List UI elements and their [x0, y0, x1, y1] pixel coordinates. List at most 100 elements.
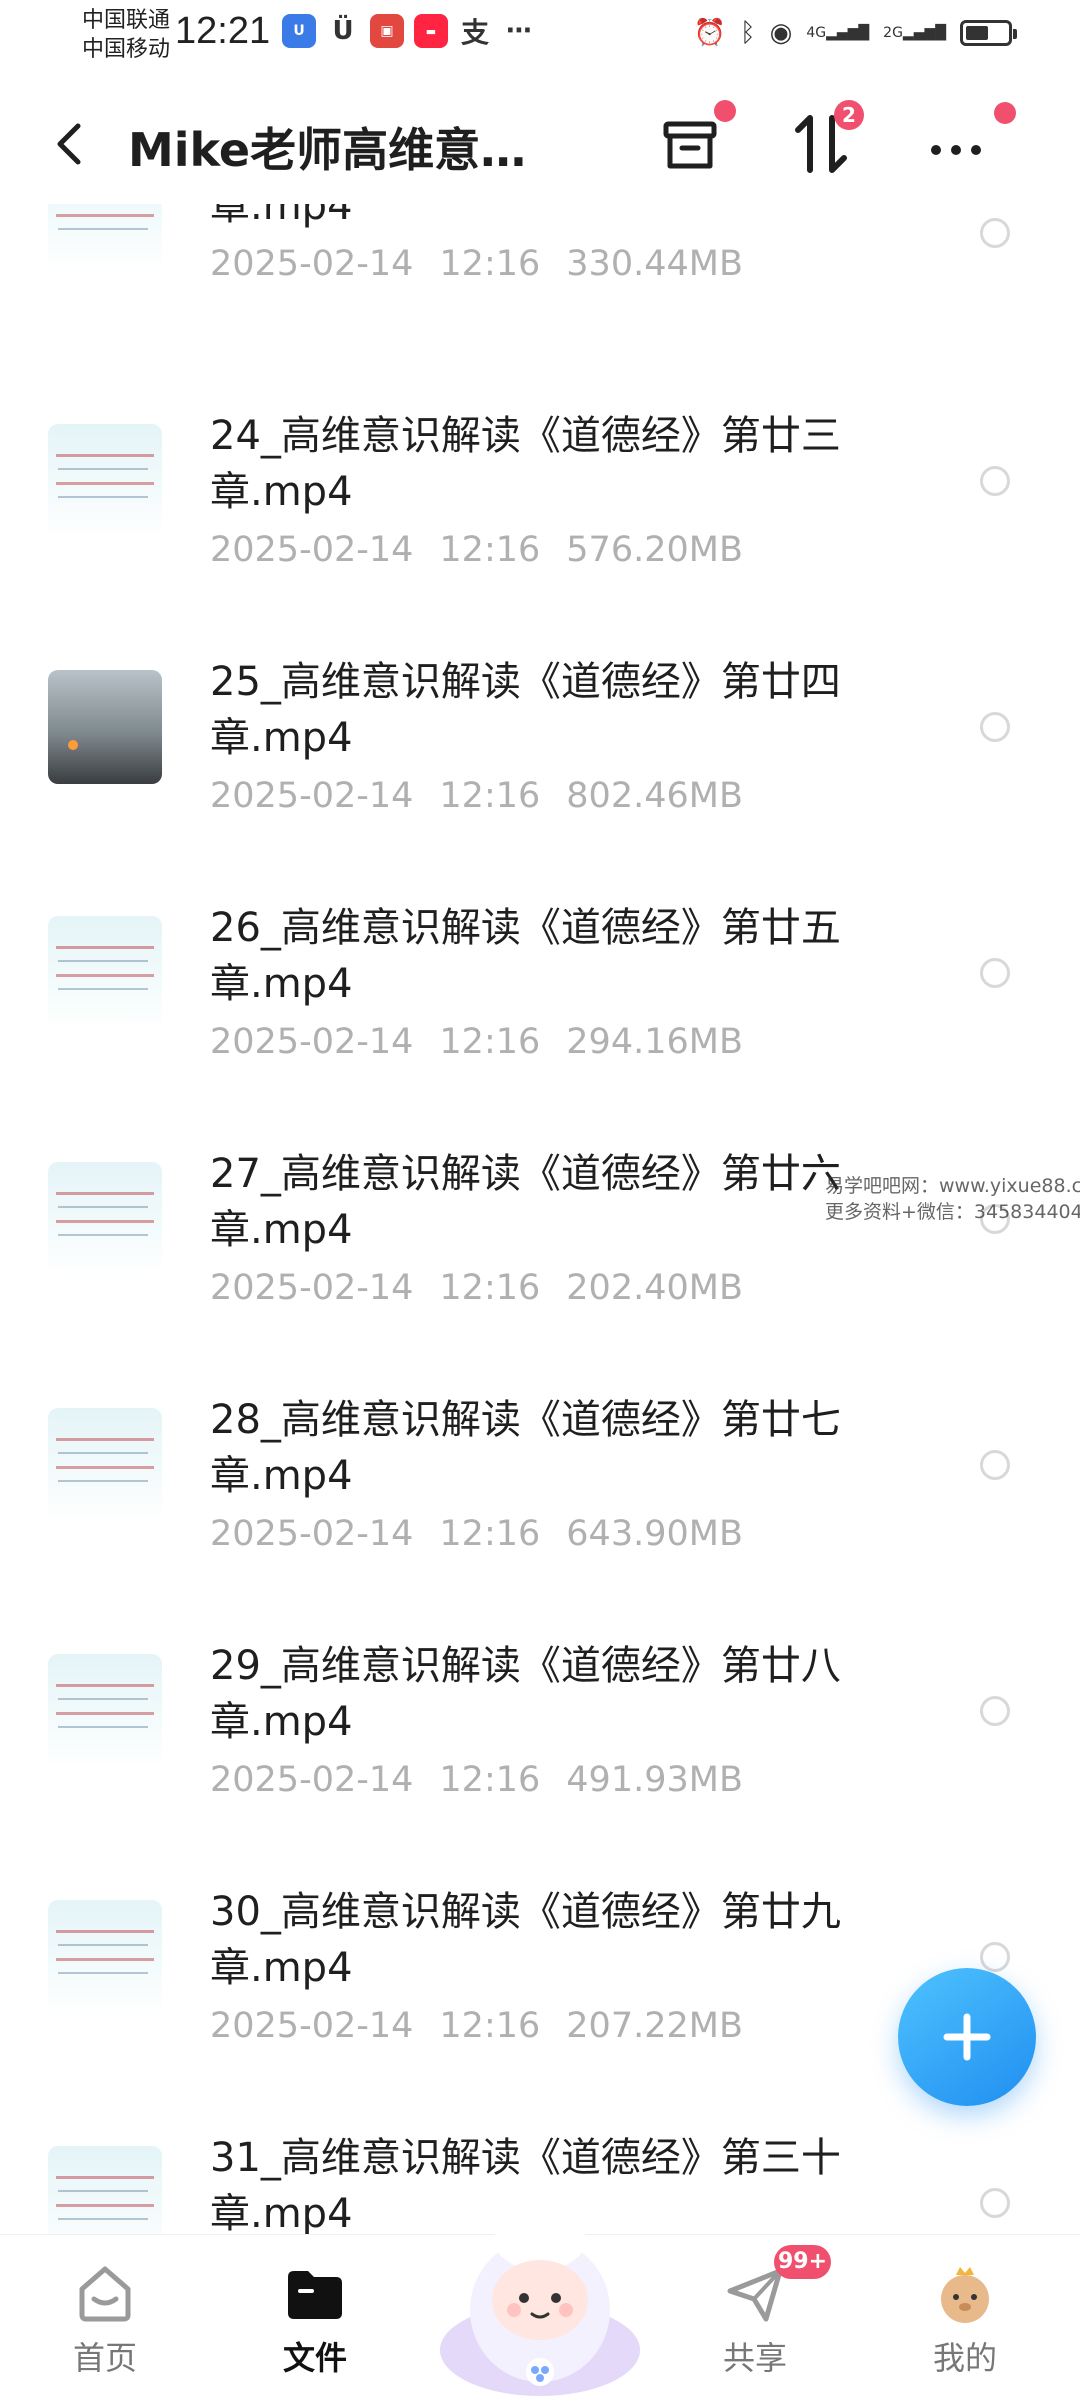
file-date: 2025-02-14	[210, 1514, 414, 1554]
select-radio[interactable]	[980, 2188, 1010, 2218]
file-thumbnail	[48, 916, 162, 1030]
file-time: 12:16	[439, 530, 541, 570]
file-date: 2025-02-14	[210, 776, 414, 816]
file-row[interactable]: 24_高维意识解读《道德经》第廿三章.mp4 2025-02-14 12:16 57…	[0, 384, 1080, 630]
file-time: 12:16	[439, 1760, 541, 1800]
more-icon	[931, 145, 981, 155]
file-date: 2025-02-14	[210, 244, 414, 284]
watermark-line-2: 更多资料+微信：3458344044	[825, 1201, 1080, 1223]
clock: 12:21	[175, 10, 271, 52]
file-thumbnail	[48, 670, 162, 784]
file-row[interactable]: 29_高维意识解读《道德经》第廿八章.mp4 2025-02-14 12:16 49…	[0, 1614, 1080, 1860]
file-time: 12:16	[439, 1022, 541, 1062]
file-thumbnail	[48, 424, 162, 538]
file-name: 29_高维意识解读《道德经》第廿八章.mp4	[210, 1643, 841, 1745]
status-bar: 中国联通 中国移动 12:21 U Ü ▣ ▬ 支 ⋯ ⏰ ᛒ ◉ 4G▂▄▆█…	[0, 0, 1080, 84]
file-name: 24_高维意识解读《道德经》第廿三章.mp4	[210, 413, 841, 515]
file-row[interactable]: 章.mp4 2025-02-14 12:16 330.44MB	[0, 204, 1080, 382]
file-row[interactable]: 28_高维意识解读《道德经》第廿七章.mp4 2025-02-14 12:16 64…	[0, 1368, 1080, 1614]
battery-icon	[960, 20, 1017, 46]
nav-files[interactable]: 文件	[240, 2235, 390, 2401]
file-size: 294.16MB	[566, 1022, 743, 1062]
file-time: 12:16	[439, 244, 541, 284]
file-row[interactable]: 26_高维意识解读《道德经》第廿五章.mp4 2025-02-14 12:16 29…	[0, 876, 1080, 1122]
home-icon	[79, 2266, 131, 2322]
transfer-button[interactable]: 2	[786, 100, 864, 180]
file-name: 26_高维意识解读《道德经》第廿五章.mp4	[210, 905, 841, 1007]
file-meta: 2025-02-14 12:16 202.40MB	[210, 1268, 769, 1308]
carrier-2: 中国移动	[82, 37, 171, 62]
signal-4g-icon: 4G▂▄▆█	[806, 25, 870, 41]
assistant-mascot-button[interactable]	[430, 2180, 650, 2400]
file-row[interactable]: 27_高维意识解读《道德经》第廿六章.mp4 2025-02-14 12:16 20…	[0, 1122, 1080, 1368]
nav-files-label: 文件	[282, 2339, 347, 2377]
plus-icon	[943, 2013, 991, 2061]
chevron-left-icon	[57, 123, 81, 165]
system-icons: ⏰ ᛒ ◉ 4G▂▄▆█ 2G▂▄▆█	[693, 18, 1017, 48]
hotspot-icon: ◉	[769, 18, 793, 48]
alipay-icon: 支	[458, 14, 492, 49]
file-date: 2025-02-14	[210, 530, 414, 570]
file-meta: 2025-02-14 12:16 491.93MB	[210, 1760, 769, 1800]
folder-icon	[288, 2271, 342, 2319]
file-meta: 2025-02-14 12:16 643.90MB	[210, 1514, 769, 1554]
back-button[interactable]	[40, 114, 100, 174]
file-name: 25_高维意识解读《道德经》第廿四章.mp4	[210, 659, 841, 761]
carrier-info: 中国联通 中国移动	[82, 6, 170, 64]
file-meta: 2025-02-14 12:16 207.22MB	[210, 2006, 769, 2046]
watermark-line-1: 易学吧吧网：www.yixue88.cn	[825, 1175, 1080, 1197]
watermark: 易学吧吧网：www.yixue88.cn 更多资料+微信：3458344044	[825, 1173, 1080, 1225]
archive-icon	[663, 121, 717, 169]
file-row[interactable]: 25_高维意识解读《道德经》第廿四章.mp4 2025-02-14 12:16 80…	[0, 630, 1080, 876]
more-button[interactable]	[920, 102, 1016, 180]
xiaohongshu-icon: ▬	[414, 14, 448, 48]
nav-me-label: 我的	[932, 2339, 997, 2377]
file-size: 576.20MB	[566, 530, 743, 570]
file-thumbnail	[48, 1900, 162, 2014]
more-notification-dot	[994, 102, 1016, 124]
select-radio[interactable]	[980, 958, 1010, 988]
file-thumbnail	[48, 2146, 162, 2234]
file-size: 202.40MB	[566, 1268, 743, 1308]
nav-share-label: 共享	[722, 2339, 787, 2377]
file-name: 章.mp4	[210, 204, 353, 229]
file-date: 2025-02-14	[210, 1760, 414, 1800]
avatar-icon	[941, 2267, 989, 2323]
file-thumbnail	[48, 1162, 162, 1276]
select-radio[interactable]	[980, 218, 1010, 248]
select-radio[interactable]	[980, 1450, 1010, 1480]
file-date: 2025-02-14	[210, 2006, 414, 2046]
nav-home[interactable]: 首页	[30, 2235, 180, 2401]
carrier-1: 中国联通	[82, 8, 171, 33]
file-meta: 2025-02-14 12:16 294.16MB	[210, 1022, 769, 1062]
transfer-badge: 2	[834, 100, 864, 130]
add-button[interactable]	[898, 1968, 1036, 2106]
network-label-2g: 2G	[883, 25, 903, 41]
app-notification-icon: U	[282, 14, 316, 48]
file-time: 12:16	[439, 776, 541, 816]
alarm-app-icon: Ü	[326, 14, 360, 48]
file-size: 802.46MB	[566, 776, 743, 816]
file-meta: 2025-02-14 12:16 802.46MB	[210, 776, 769, 816]
nav-home-label: 首页	[72, 2339, 137, 2377]
select-radio[interactable]	[980, 1942, 1010, 1972]
select-radio[interactable]	[980, 1696, 1010, 1726]
nav-share[interactable]: 99+ 共享	[680, 2235, 832, 2401]
top-bar: Mike老师高维意… 2	[0, 84, 1080, 204]
network-label-4g: 4G	[806, 25, 827, 41]
file-thumbnail	[48, 1408, 162, 1522]
alarm-icon: ⏰	[693, 18, 727, 48]
page-title: Mike老师高维意…	[128, 123, 527, 177]
select-radio[interactable]	[980, 466, 1010, 496]
bluetooth-icon: ᛒ	[740, 18, 756, 48]
mascot-icon	[440, 2210, 640, 2396]
file-thumbnail	[48, 204, 162, 270]
file-size: 491.93MB	[566, 1760, 743, 1800]
share-badge: 99+	[774, 2245, 832, 2279]
file-meta: 2025-02-14 12:16 576.20MB	[210, 530, 769, 570]
select-radio[interactable]	[980, 712, 1010, 742]
file-time: 12:16	[439, 1268, 541, 1308]
nav-me[interactable]: 我的	[890, 2235, 1040, 2401]
file-thumbnail	[48, 1654, 162, 1768]
archive-button[interactable]	[654, 100, 736, 180]
